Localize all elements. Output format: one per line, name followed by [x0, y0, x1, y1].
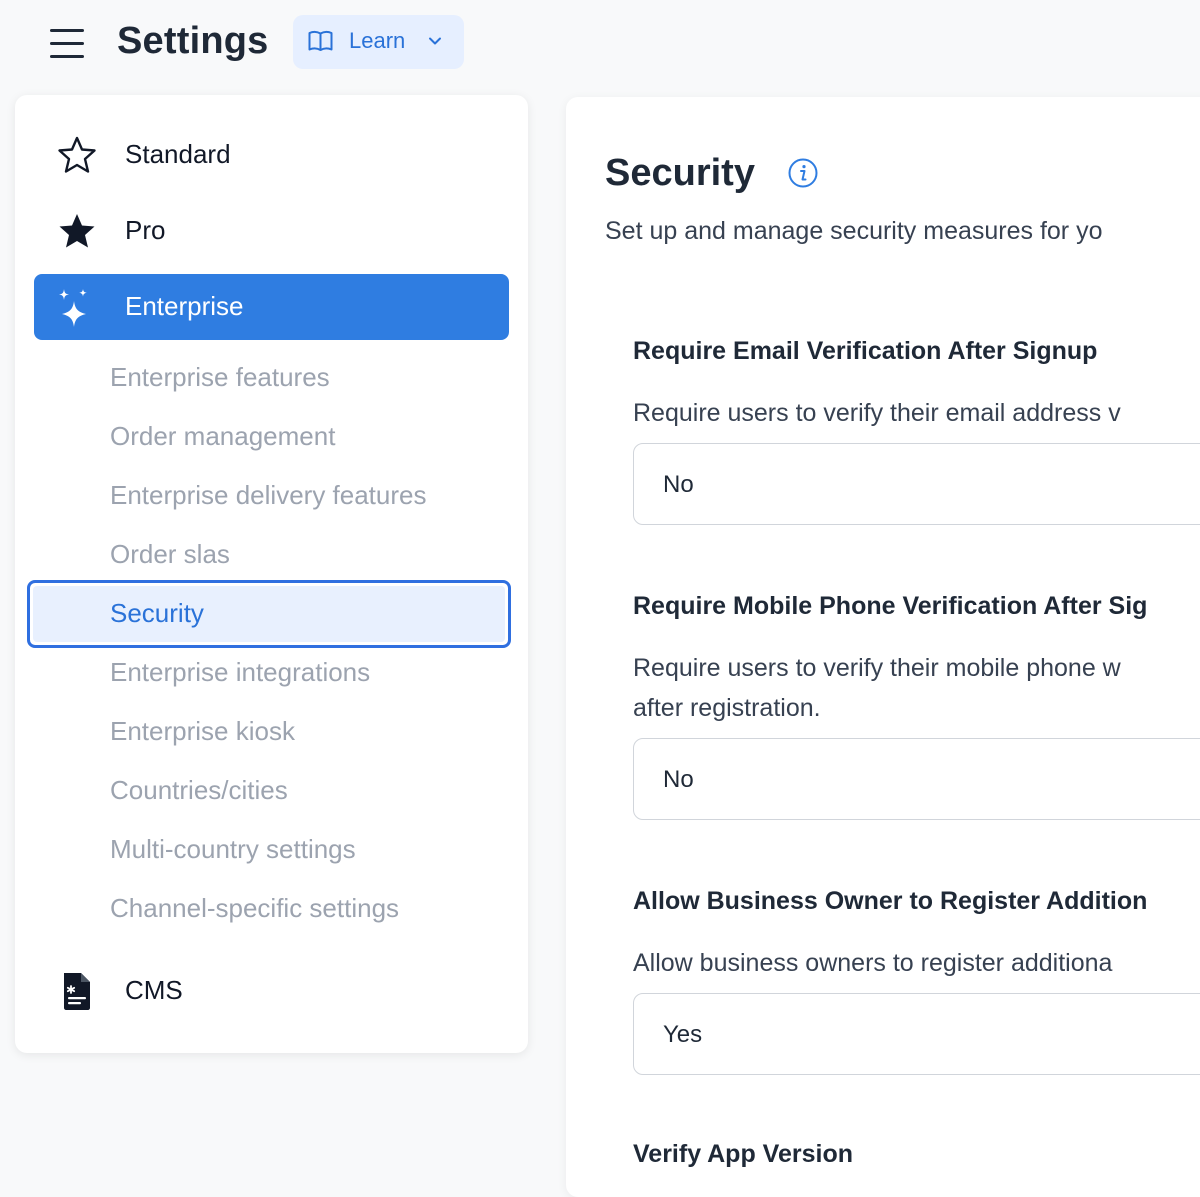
sidebar-item-enterprise[interactable]: Enterprise	[34, 274, 509, 340]
phone-verification-desc: Require users to verify their mobile pho…	[633, 654, 1121, 682]
book-icon	[308, 30, 333, 51]
security-settings-panel: Security Set up and manage security meas…	[566, 97, 1200, 1197]
settings-sidebar: Standard Pro Enterprise Enterprise featu…	[15, 95, 528, 1053]
sidebar-item-label: CMS	[125, 975, 183, 1005]
selected-highlight: Security	[33, 586, 505, 642]
sub-item-label: Security	[110, 598, 204, 628]
sidebar-item-label: Enterprise	[125, 291, 244, 321]
sub-item-countries-cities[interactable]: Countries/cities	[110, 775, 288, 806]
learn-dropdown-button[interactable]: Learn	[293, 15, 464, 69]
sub-item-channel-specific-settings[interactable]: Channel-specific settings	[110, 893, 399, 924]
phone-verification-select[interactable]: No	[633, 738, 1200, 820]
sub-item-order-management[interactable]: Order management	[110, 421, 335, 452]
select-value: Yes	[663, 1021, 703, 1048]
sidebar-item-pro[interactable]: Pro	[15, 197, 528, 263]
select-value: No	[663, 471, 694, 498]
star-outline-icon	[58, 136, 96, 173]
menu-toggle-button[interactable]	[50, 29, 84, 59]
business-owner-register-desc: Allow business owners to register additi…	[633, 949, 1113, 977]
star-filled-icon	[59, 214, 95, 248]
email-verification-desc: Require users to verify their email addr…	[633, 399, 1121, 427]
business-owner-register-select[interactable]: Yes	[633, 993, 1200, 1075]
sidebar-item-standard[interactable]: Standard	[15, 121, 528, 187]
verify-app-version-label: Verify App Version	[633, 1140, 853, 1168]
sub-item-enterprise-features[interactable]: Enterprise features	[110, 362, 330, 393]
email-verification-select[interactable]: No	[633, 443, 1200, 525]
hamburger-line	[50, 55, 84, 58]
sub-item-enterprise-kiosk[interactable]: Enterprise kiosk	[110, 716, 295, 747]
sub-item-enterprise-delivery-features[interactable]: Enterprise delivery features	[110, 480, 426, 511]
sub-item-security[interactable]: Security	[27, 580, 511, 648]
page-title: Settings	[117, 20, 269, 62]
sparkles-icon	[59, 289, 87, 327]
section-title: Security	[605, 152, 755, 194]
sub-item-enterprise-integrations[interactable]: Enterprise integrations	[110, 657, 370, 688]
info-icon[interactable]	[788, 158, 818, 188]
hamburger-line	[50, 42, 84, 45]
sidebar-item-label: Pro	[125, 215, 166, 245]
section-subtitle: Set up and manage security measures for …	[605, 217, 1103, 245]
email-verification-label: Require Email Verification After Signup	[633, 337, 1098, 365]
document-icon	[64, 973, 90, 1010]
sidebar-item-label: Standard	[125, 139, 231, 169]
learn-label: Learn	[349, 28, 406, 53]
hamburger-line	[50, 29, 84, 32]
phone-verification-label: Require Mobile Phone Verification After …	[633, 592, 1148, 620]
sub-item-order-slas[interactable]: Order slas	[110, 539, 230, 570]
phone-verification-desc-line2: after registration.	[633, 694, 821, 722]
sidebar-item-cms[interactable]: CMS	[15, 957, 528, 1023]
chevron-down-icon	[429, 37, 441, 45]
select-value: No	[663, 766, 694, 793]
business-owner-register-label: Allow Business Owner to Register Additio…	[633, 887, 1148, 915]
sub-item-multi-country-settings[interactable]: Multi-country settings	[110, 834, 356, 865]
